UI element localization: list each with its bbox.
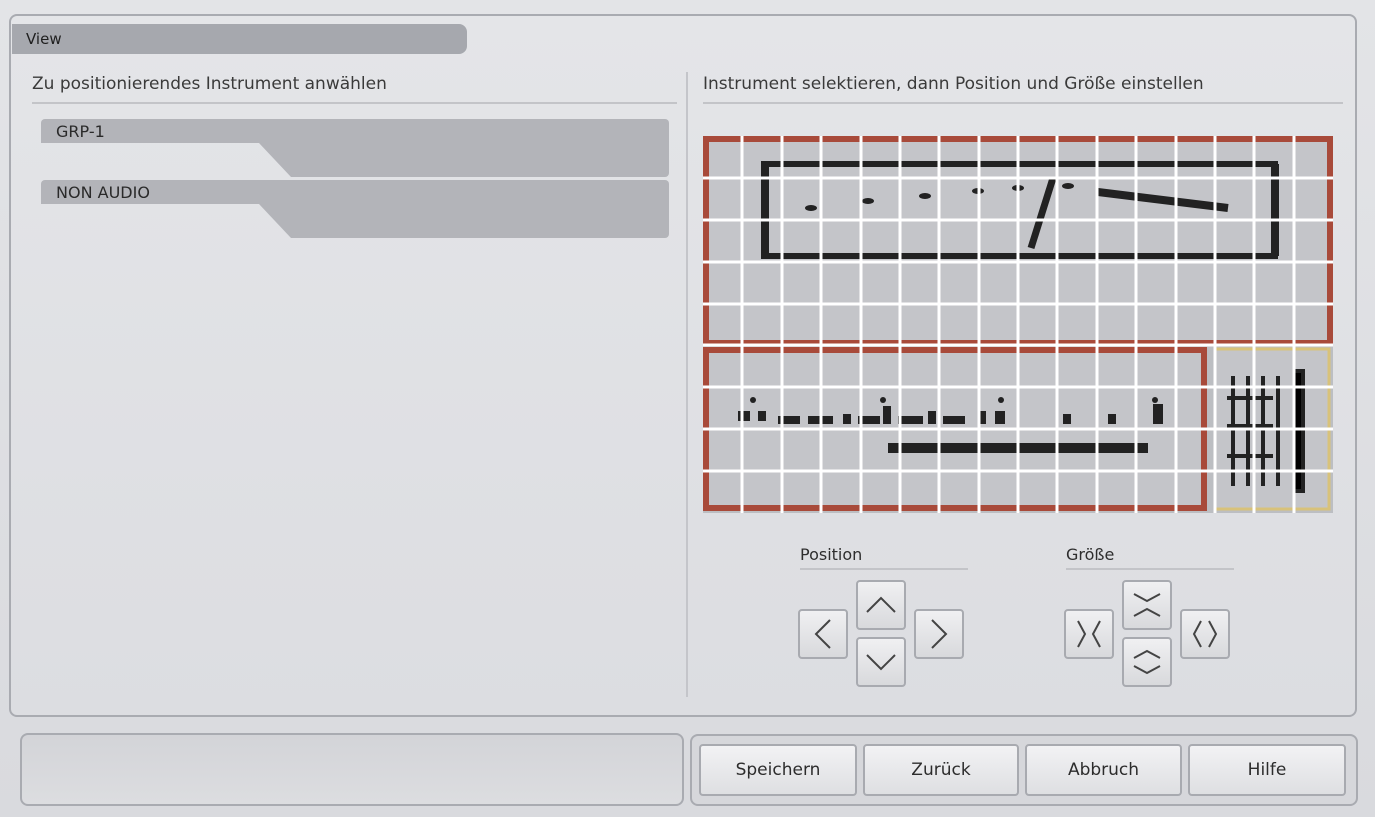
shrink-horizontal-icon (1077, 620, 1101, 648)
item-bg (291, 204, 669, 238)
layout-preview-canvas (703, 136, 1333, 513)
back-button[interactable]: Zurück (863, 744, 1019, 796)
help-button[interactable]: Hilfe (1188, 744, 1346, 796)
grow-width-button[interactable] (1180, 609, 1230, 659)
move-right-button[interactable] (914, 609, 964, 659)
grow-height-button[interactable] (1122, 637, 1172, 687)
instrument-item-non-audio[interactable]: NON AUDIO (41, 180, 669, 238)
instrument-top-glyph (805, 205, 817, 211)
move-up-button[interactable] (856, 580, 906, 630)
shrink-width-button[interactable] (1064, 609, 1114, 659)
grow-vertical-icon (1133, 649, 1161, 675)
move-left-button[interactable] (798, 609, 848, 659)
view-tab[interactable]: View (12, 24, 467, 54)
chevron-left-icon (814, 619, 831, 649)
item-bg (291, 143, 669, 177)
shrink-height-button[interactable] (1122, 580, 1172, 630)
layout-preview[interactable] (703, 136, 1333, 513)
chevron-up-icon (866, 596, 896, 613)
move-down-button[interactable] (856, 637, 906, 687)
right-section-title: Instrument selektieren, dann Position un… (703, 74, 1343, 104)
save-button[interactable]: Speichern (699, 744, 857, 796)
item-bg (259, 143, 291, 177)
item-bg (259, 204, 291, 238)
instrument-item-grp1[interactable]: GRP-1 (41, 119, 669, 177)
cancel-button[interactable]: Abbruch (1025, 744, 1182, 796)
grow-horizontal-icon (1192, 620, 1218, 648)
chevron-right-icon (931, 619, 948, 649)
item-bg (41, 119, 669, 143)
screen: View Zu positionierendes Instrument anwä… (0, 0, 1375, 817)
instrument-top-glyph (862, 198, 874, 204)
chevron-down-icon (866, 654, 896, 671)
vertical-divider (686, 72, 688, 697)
shrink-vertical-icon (1133, 593, 1161, 617)
instrument-top-glyph (1062, 183, 1074, 189)
left-section-title: Zu positionierendes Instrument anwählen (32, 74, 677, 104)
instrument-label: NON AUDIO (56, 183, 150, 202)
status-area (20, 733, 684, 806)
size-label: Größe (1066, 545, 1234, 570)
position-label: Position (800, 545, 968, 570)
instrument-top-glyph (919, 193, 931, 199)
instrument-label: GRP-1 (56, 122, 105, 141)
